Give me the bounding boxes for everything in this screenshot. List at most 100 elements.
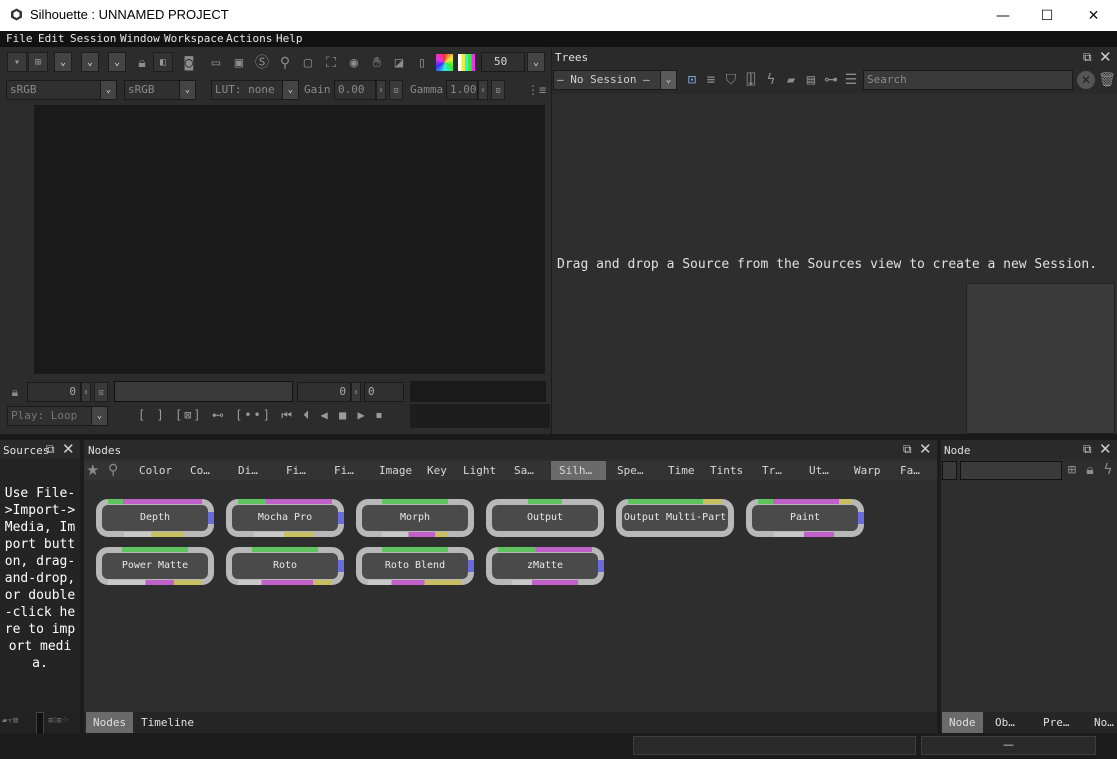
sources-view-icons[interactable]: ≡⁝≡⁘ bbox=[48, 716, 69, 726]
tab-notes[interactable]: No… bbox=[1087, 712, 1117, 733]
timeline-scrubber[interactable] bbox=[114, 381, 293, 402]
node-zmatte[interactable]: zMatte bbox=[486, 547, 604, 585]
tab-presets[interactable]: Pre… bbox=[1036, 712, 1077, 733]
category-tab-color[interactable]: Color bbox=[139, 461, 172, 480]
sources-import-icon[interactable]: ▰▿⊠ bbox=[2, 716, 18, 726]
category-tab[interactable]: Co… bbox=[190, 461, 210, 480]
node-lightning-icon[interactable]: ϟ bbox=[1099, 462, 1117, 478]
current-frame-spinner[interactable]: ⇕ bbox=[351, 382, 361, 402]
list-icon[interactable]: ≡ bbox=[702, 72, 720, 88]
zoom-field[interactable]: 50 bbox=[481, 52, 525, 72]
trees-close-icon[interactable]: ✕ bbox=[1099, 50, 1112, 65]
gamma-spinner[interactable]: ⇕ bbox=[478, 80, 488, 100]
camera-icon[interactable]: ◙ bbox=[180, 55, 198, 71]
category-tab-warp[interactable]: Warp bbox=[854, 461, 881, 480]
node-paint[interactable]: Paint bbox=[746, 499, 864, 537]
tab-timeline[interactable]: Timeline bbox=[134, 712, 201, 733]
current-frame-field[interactable]: 0 bbox=[297, 382, 351, 402]
link-icon[interactable]: ⊶ bbox=[822, 72, 840, 88]
category-tab-time[interactable]: Time bbox=[668, 461, 695, 480]
node-output-multi-part[interactable]: Output Multi-Part bbox=[616, 499, 734, 537]
tab-object[interactable]: Ob… bbox=[988, 712, 1022, 733]
loop-range-icon[interactable]: [••] bbox=[235, 408, 272, 422]
frame-view-icon[interactable]: ⊡ bbox=[683, 72, 701, 88]
pan-hand-icon[interactable]: ✋︎ bbox=[368, 55, 386, 71]
input-colorspace-select[interactable]: sRGB ⌄ bbox=[6, 80, 117, 100]
viewer-layout-dropdown[interactable]: ▾ bbox=[7, 52, 27, 72]
tree-structure-icon[interactable]: ⛉ bbox=[722, 72, 740, 88]
menu-help[interactable]: Help bbox=[276, 32, 303, 45]
node-power-matte[interactable]: Power Matte bbox=[96, 547, 214, 585]
list-options-icon[interactable]: ☰ bbox=[842, 72, 860, 88]
tab-node[interactable]: Node bbox=[942, 712, 983, 733]
category-tab-light[interactable]: Light bbox=[463, 461, 496, 480]
trees-minimap[interactable] bbox=[966, 283, 1115, 434]
favorites-star-icon[interactable]: ★ bbox=[86, 462, 99, 478]
node-mocha-pro[interactable]: Mocha Pro bbox=[226, 499, 344, 537]
sources-float-icon[interactable]: ⧉ bbox=[46, 443, 55, 455]
zoom-icon[interactable]: ⚲ bbox=[276, 55, 294, 71]
category-tab-key[interactable]: Key bbox=[427, 461, 447, 480]
mark-in-icon[interactable]: [ bbox=[138, 408, 147, 422]
menu-window[interactable]: Window bbox=[120, 32, 160, 45]
compare-chevron-icon[interactable]: ⌄ bbox=[108, 52, 126, 72]
viewer-menu-chevron-icon[interactable]: ⌄ bbox=[54, 52, 72, 72]
nodes-close-icon[interactable]: ✕ bbox=[919, 442, 932, 457]
node-morph[interactable]: Morph bbox=[356, 499, 474, 537]
category-tab-tints[interactable]: Tints bbox=[710, 461, 743, 480]
lut-select[interactable]: LUT: none ⌄ bbox=[211, 80, 299, 100]
gamma-field[interactable]: 1.00 bbox=[446, 80, 478, 100]
mark-out-icon[interactable]: ] bbox=[156, 408, 165, 422]
import-icon[interactable]: ⍗ bbox=[742, 72, 760, 88]
menu-workspace[interactable]: Workspace bbox=[164, 32, 224, 45]
session-select[interactable]: — No Session — ⌄ bbox=[553, 70, 677, 90]
frame-in-spinner[interactable]: ⇕ bbox=[81, 382, 91, 402]
category-tab[interactable]: Di… bbox=[238, 461, 258, 480]
color-bars-icon[interactable] bbox=[458, 54, 475, 71]
grid-icon[interactable]: ▣ bbox=[230, 55, 248, 71]
viewer-canvas[interactable] bbox=[34, 105, 545, 374]
menu-actions[interactable]: Actions bbox=[226, 32, 272, 45]
fit-frame-icon[interactable]: ▢ bbox=[299, 55, 317, 71]
gain-field[interactable]: 0.00 bbox=[334, 80, 376, 100]
timebar-lock-icon[interactable]: 🔒︎ bbox=[6, 384, 24, 400]
node-panel-close-icon[interactable]: ✕ bbox=[1099, 442, 1112, 457]
category-tab[interactable]: Spe… bbox=[617, 461, 644, 480]
lightning-icon[interactable]: ϟ bbox=[762, 72, 780, 88]
delete-trash-icon[interactable]: 🗑︎ bbox=[1098, 72, 1116, 88]
play-mode-select[interactable]: Play: Loop ⌄ bbox=[7, 406, 108, 426]
transport-controls[interactable]: [ ] [⊠] ⊷ [••] ⏮︎ ⏴︎ ◀ ■ ▶ ⏹︎ bbox=[138, 408, 384, 423]
category-tab[interactable]: Fi… bbox=[334, 461, 354, 480]
stop-icon[interactable]: ■ bbox=[339, 408, 348, 422]
category-tab[interactable]: Fa… bbox=[900, 461, 920, 480]
monitor-icon[interactable]: ▭ bbox=[207, 55, 225, 71]
menu-file[interactable]: File bbox=[6, 32, 33, 45]
node-output[interactable]: Output bbox=[486, 499, 604, 537]
category-tab-silhouette-active[interactable]: Silh… bbox=[551, 461, 606, 480]
category-tab[interactable]: Fi… bbox=[286, 461, 306, 480]
overlay-icon[interactable]: ◉ bbox=[345, 55, 363, 71]
frame-in-field[interactable]: 0 bbox=[27, 382, 81, 402]
tab-nodes[interactable]: Nodes bbox=[86, 712, 134, 733]
node-color-swatch[interactable] bbox=[942, 461, 957, 480]
save-icon[interactable]: ▤ bbox=[802, 72, 820, 88]
fullscreen-icon[interactable]: ⛶ bbox=[322, 55, 340, 71]
sources-close-icon[interactable]: ✕ bbox=[62, 442, 75, 457]
trees-search-input[interactable]: Search bbox=[863, 70, 1073, 90]
add-icon[interactable]: ⊞ bbox=[1063, 462, 1081, 478]
document-icon[interactable]: ▯ bbox=[413, 55, 431, 71]
node-roto-blend[interactable]: Roto Blend bbox=[356, 547, 474, 585]
minimize-window-button[interactable]: — bbox=[980, 0, 1026, 31]
menu-session[interactable]: Session bbox=[70, 32, 116, 45]
menu-edit[interactable]: Edit bbox=[38, 32, 65, 45]
channel-chevron-icon[interactable]: ⌄ bbox=[81, 52, 99, 72]
search-icon[interactable]: ⚲ bbox=[108, 462, 118, 478]
node-panel-float-icon[interactable]: ⧉ bbox=[1083, 443, 1092, 455]
node-depth[interactable]: Depth bbox=[96, 499, 214, 537]
gamma-reset-icon[interactable]: ⊡ bbox=[491, 80, 505, 100]
go-to-in-icon[interactable]: [⊠] bbox=[175, 408, 203, 422]
lock-icon[interactable]: 🔒︎ bbox=[133, 55, 151, 71]
nodes-float-icon[interactable]: ⧉ bbox=[903, 443, 912, 455]
category-tab-image[interactable]: Image bbox=[379, 461, 412, 480]
sources-size-slider[interactable] bbox=[36, 712, 44, 734]
